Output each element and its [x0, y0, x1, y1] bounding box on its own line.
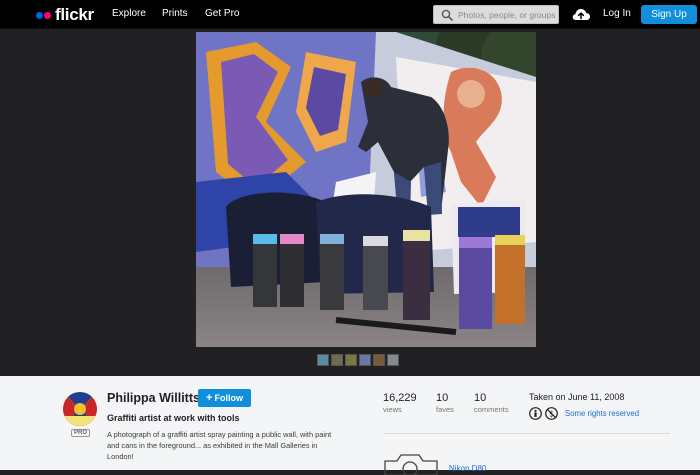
photo-info-panel: PRO Philippa Willitts + Follow Graffiti a… — [0, 376, 700, 475]
logo-blue-dot — [36, 11, 43, 19]
camera-model[interactable]: Nikon D80 — [449, 464, 486, 473]
logo-pink-dot — [44, 11, 51, 19]
follow-button[interactable]: + Follow — [198, 389, 251, 407]
license-link[interactable]: Some rights reserved — [565, 409, 639, 418]
owner-name[interactable]: Philippa Willitts — [107, 391, 200, 405]
thumbnail[interactable] — [359, 354, 371, 366]
signup-button[interactable]: Sign Up — [641, 5, 697, 24]
follow-label: Follow — [214, 393, 243, 403]
stat-value: 16,229 — [383, 392, 417, 404]
photo-stage — [0, 30, 700, 375]
camera-icon — [384, 454, 438, 475]
search-box[interactable] — [433, 5, 559, 24]
nav-explore[interactable]: Explore — [112, 8, 146, 19]
search-icon[interactable] — [441, 9, 453, 21]
stat-value: 10 — [474, 392, 487, 404]
divider — [383, 433, 670, 434]
avatar[interactable] — [63, 392, 97, 426]
nav-get-pro[interactable]: Get Pro — [205, 8, 239, 19]
flickr-logo[interactable]: flickr — [36, 5, 94, 25]
thumbnail[interactable] — [345, 354, 357, 366]
login-link[interactable]: Log In — [603, 8, 631, 19]
photo-thumbnail-strip — [317, 354, 399, 366]
stat-label: views — [383, 405, 402, 414]
stat-value: 10 — [436, 392, 449, 404]
stat-label: faves — [436, 405, 454, 414]
pro-badge: PRO — [71, 429, 91, 437]
taken-date: Taken on June 11, 2008 — [529, 392, 625, 402]
plus-icon: + — [206, 392, 213, 404]
stat-faves: 10 faves — [436, 392, 454, 414]
noncommercial-icon[interactable]: $ — [545, 407, 558, 420]
upload-cloud-icon[interactable] — [571, 6, 591, 22]
stat-views: 16,229 views — [383, 392, 417, 414]
stat-label: comments — [474, 405, 509, 414]
photo-description: A photograph of a graffiti artist spray … — [107, 430, 332, 461]
thumbnail[interactable] — [373, 354, 385, 366]
top-navigation-bar: flickr Explore Prints Get Pro Log In Sig… — [0, 0, 700, 29]
attribution-icon[interactable] — [529, 407, 542, 420]
stat-comments: 10 comments — [474, 392, 509, 414]
search-input[interactable] — [458, 9, 558, 20]
thumbnail[interactable] — [331, 354, 343, 366]
thumbnail[interactable] — [387, 354, 399, 366]
license-info: $ Some rights reserved — [529, 407, 639, 420]
logo-text: flickr — [55, 5, 94, 24]
nav-prints[interactable]: Prints — [162, 8, 188, 19]
thumbnail[interactable] — [317, 354, 329, 366]
photo-title: Graffiti artist at work with tools — [107, 413, 240, 423]
main-photo[interactable] — [196, 32, 536, 347]
